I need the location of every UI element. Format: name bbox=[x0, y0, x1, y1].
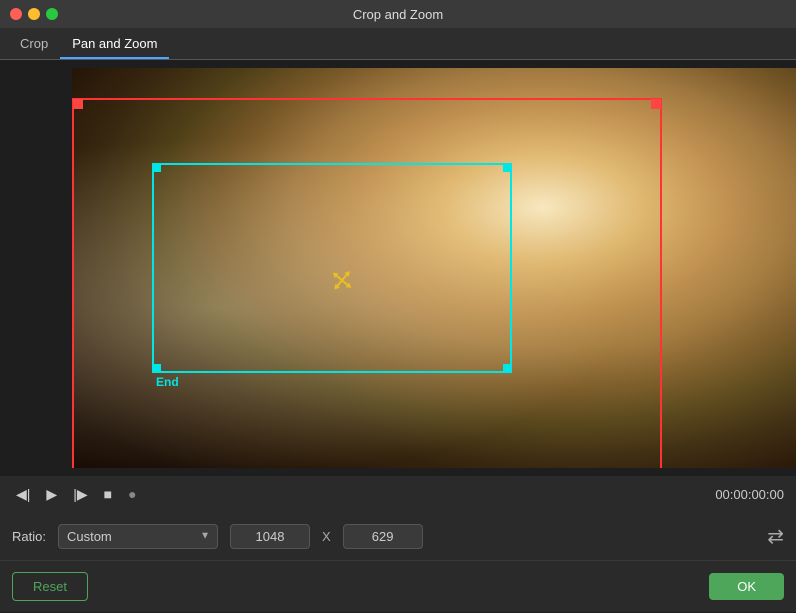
traffic-lights bbox=[10, 8, 58, 20]
ratio-select[interactable]: Custom 16:9 4:3 1:1 9:16 bbox=[58, 524, 218, 549]
play-icon: ▶ bbox=[46, 486, 57, 503]
play-button[interactable]: ▶ bbox=[42, 484, 61, 505]
step-forward-icon: |▶ bbox=[73, 486, 87, 503]
record-button[interactable]: ● bbox=[124, 484, 140, 504]
maximize-button[interactable] bbox=[46, 8, 58, 20]
step-back-button[interactable]: ◀| bbox=[12, 484, 34, 505]
stop-button[interactable]: ■ bbox=[100, 484, 116, 504]
height-input[interactable] bbox=[343, 524, 423, 549]
playback-controls: ◀| ▶ |▶ ■ ● bbox=[12, 484, 141, 505]
video-background bbox=[72, 68, 796, 468]
step-back-icon: ◀| bbox=[16, 486, 30, 503]
reset-button[interactable]: Reset bbox=[12, 572, 88, 601]
settings-row: Ratio: Custom 16:9 4:3 1:1 9:16 ▼ X ⇄ bbox=[0, 512, 796, 560]
close-button[interactable] bbox=[10, 8, 22, 20]
ratio-select-wrapper: Custom 16:9 4:3 1:1 9:16 ▼ bbox=[58, 524, 218, 549]
minimize-button[interactable] bbox=[28, 8, 40, 20]
link-dimensions-icon[interactable]: ⇄ bbox=[767, 524, 784, 549]
tabs-row: Crop Pan and Zoom bbox=[0, 28, 796, 60]
window-title: Crop and Zoom bbox=[353, 7, 443, 22]
tab-pan-zoom[interactable]: Pan and Zoom bbox=[60, 30, 169, 59]
timecode-display: 00:00:00:00 bbox=[715, 487, 784, 502]
ratio-label: Ratio: bbox=[12, 529, 46, 544]
width-input[interactable] bbox=[230, 524, 310, 549]
tab-crop[interactable]: Crop bbox=[8, 30, 60, 59]
record-icon: ● bbox=[128, 486, 136, 502]
step-forward-button[interactable]: |▶ bbox=[69, 484, 91, 505]
video-area: Start End bbox=[72, 68, 796, 468]
controls-bar: ◀| ▶ |▶ ■ ● 00:00:00:00 bbox=[0, 476, 796, 512]
ok-button[interactable]: OK bbox=[709, 573, 784, 600]
dimension-separator: X bbox=[322, 529, 331, 544]
footer-row: Reset OK bbox=[0, 560, 796, 612]
title-bar: Crop and Zoom bbox=[0, 0, 796, 28]
stop-icon: ■ bbox=[104, 486, 112, 502]
